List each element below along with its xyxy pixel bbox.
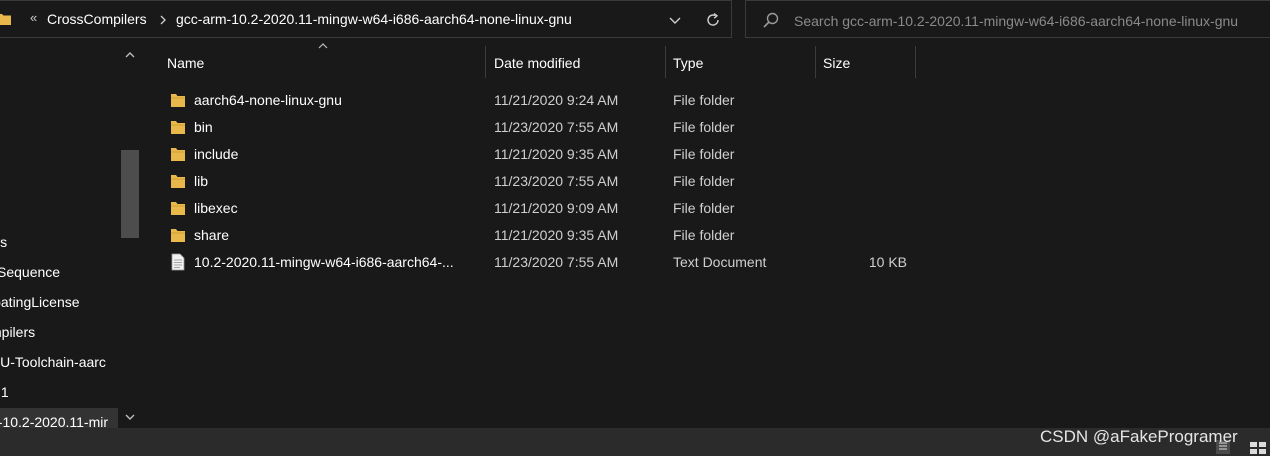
file-name: bin [194, 119, 213, 135]
folder-icon [171, 229, 185, 242]
file-type: File folder [673, 227, 735, 243]
folder-icon [0, 14, 11, 25]
breadcrumb-current-folder[interactable]: gcc-arm-10.2-2020.11-mingw-w64-i686-aarc… [176, 11, 572, 27]
nav-item[interactable]: kSequence [0, 258, 118, 286]
folder-icon [171, 175, 185, 188]
folder-icon [171, 202, 185, 215]
folder-icon [171, 94, 185, 107]
file-name: share [194, 227, 230, 243]
column-header-row: Name Date modified Type Size [145, 43, 1270, 80]
nav-scrollbar[interactable] [120, 44, 140, 428]
file-row[interactable]: share 11/21/2020 9:35 AM File folder [145, 222, 945, 249]
file-row[interactable]: include 11/21/2020 9:35 AM File folder [145, 141, 945, 168]
file-type: File folder [673, 146, 735, 162]
file-name: aarch64-none-linux-gnu [194, 92, 342, 108]
file-row[interactable]: libexec 11/21/2020 9:09 AM File folder [145, 195, 945, 222]
file-name: libexec [194, 200, 238, 216]
nav-item[interactable]: loatingLicense [0, 288, 118, 316]
refresh-icon[interactable] [702, 9, 724, 31]
breadcrumb-overflow[interactable]: « [30, 10, 37, 25]
file-date-modified: 11/21/2020 9:09 AM [494, 200, 619, 216]
file-type: File folder [673, 92, 735, 108]
nav-item-label: kSequence [0, 264, 61, 280]
folder-icon [171, 148, 185, 161]
column-header-name[interactable]: Name [159, 44, 485, 80]
chevron-down-icon[interactable] [664, 9, 686, 31]
file-date-modified: 11/21/2020 9:24 AM [494, 92, 619, 108]
file-name: lib [194, 173, 209, 189]
file-type: File folder [673, 119, 735, 135]
address-bar[interactable]: « CrossCompilers gcc-arm-10.2-2020.11-mi… [0, 0, 732, 38]
file-type: File folder [673, 200, 735, 216]
scroll-down-icon[interactable] [124, 411, 136, 423]
text-document-icon [171, 253, 185, 271]
nav-item-label: loatingLicense [0, 294, 80, 310]
column-header-date-modified[interactable]: Date modified [486, 44, 665, 80]
file-type: Text Document [673, 254, 767, 270]
watermark-text: CSDN @aFakeProgramer [1040, 427, 1238, 446]
breadcrumb-crosscompilers[interactable]: CrossCompilers [47, 11, 147, 27]
top-bar: « CrossCompilers gcc-arm-10.2-2020.11-mi… [0, 0, 1270, 42]
nav-item[interactable]: el1 [0, 378, 118, 406]
nav-item-label: NU-Toolchain-aarc [0, 354, 106, 370]
column-divider[interactable] [915, 46, 916, 78]
file-size: 10 KB [868, 254, 907, 270]
chevron-right-icon[interactable] [159, 15, 167, 25]
folder-icon [171, 121, 185, 134]
nav-item[interactable]: ws [0, 228, 118, 256]
nav-item-label: mpilers [0, 324, 36, 340]
search-box[interactable] [745, 0, 1270, 38]
nav-item-label: ws [0, 234, 8, 250]
nav-item-label: n-10.2-2020.11-mir [0, 414, 109, 428]
file-type: File folder [673, 173, 735, 189]
file-date-modified: 11/23/2020 7:55 AM [494, 119, 619, 135]
file-row[interactable]: bin 11/23/2020 7:55 AM File folder [145, 114, 945, 141]
nav-item[interactable]: s [0, 108, 118, 136]
file-name: 10.2-2020.11-mingw-w64-i686-aarch64-... [194, 254, 454, 270]
search-icon [763, 12, 779, 28]
nav-item[interactable]: NU-Toolchain-aarc [0, 348, 118, 376]
column-header-type[interactable]: Type [665, 44, 815, 80]
scroll-up-icon[interactable] [124, 49, 136, 61]
scrollbar-thumb[interactable] [121, 150, 139, 238]
column-header-size[interactable]: Size [815, 44, 915, 80]
nav-item-label: el1 [0, 384, 9, 400]
file-name: include [194, 146, 239, 162]
file-row[interactable]: aarch64-none-linux-gnu 11/21/2020 9:24 A… [145, 87, 945, 114]
file-row[interactable]: lib 11/23/2020 7:55 AM File folder [145, 168, 945, 195]
file-date-modified: 11/21/2020 9:35 AM [494, 146, 619, 162]
nav-item[interactable]: mpilers [0, 318, 118, 346]
nav-item[interactable]: s [0, 78, 118, 106]
file-list: Name Date modified Type Size aarch64-non… [145, 43, 1270, 428]
search-input[interactable] [794, 11, 1260, 31]
nav-item-selected[interactable]: n-10.2-2020.11-mir [0, 408, 118, 428]
file-date-modified: 11/23/2020 7:55 AM [494, 254, 619, 270]
file-date-modified: 11/23/2020 7:55 AM [494, 173, 619, 189]
file-date-modified: 11/21/2020 9:35 AM [494, 227, 619, 243]
file-row[interactable]: 10.2-2020.11-mingw-w64-i686-aarch64-... … [145, 249, 945, 276]
navigation-pane: s s ws kSequence loatingLicense mpilers … [0, 44, 142, 428]
